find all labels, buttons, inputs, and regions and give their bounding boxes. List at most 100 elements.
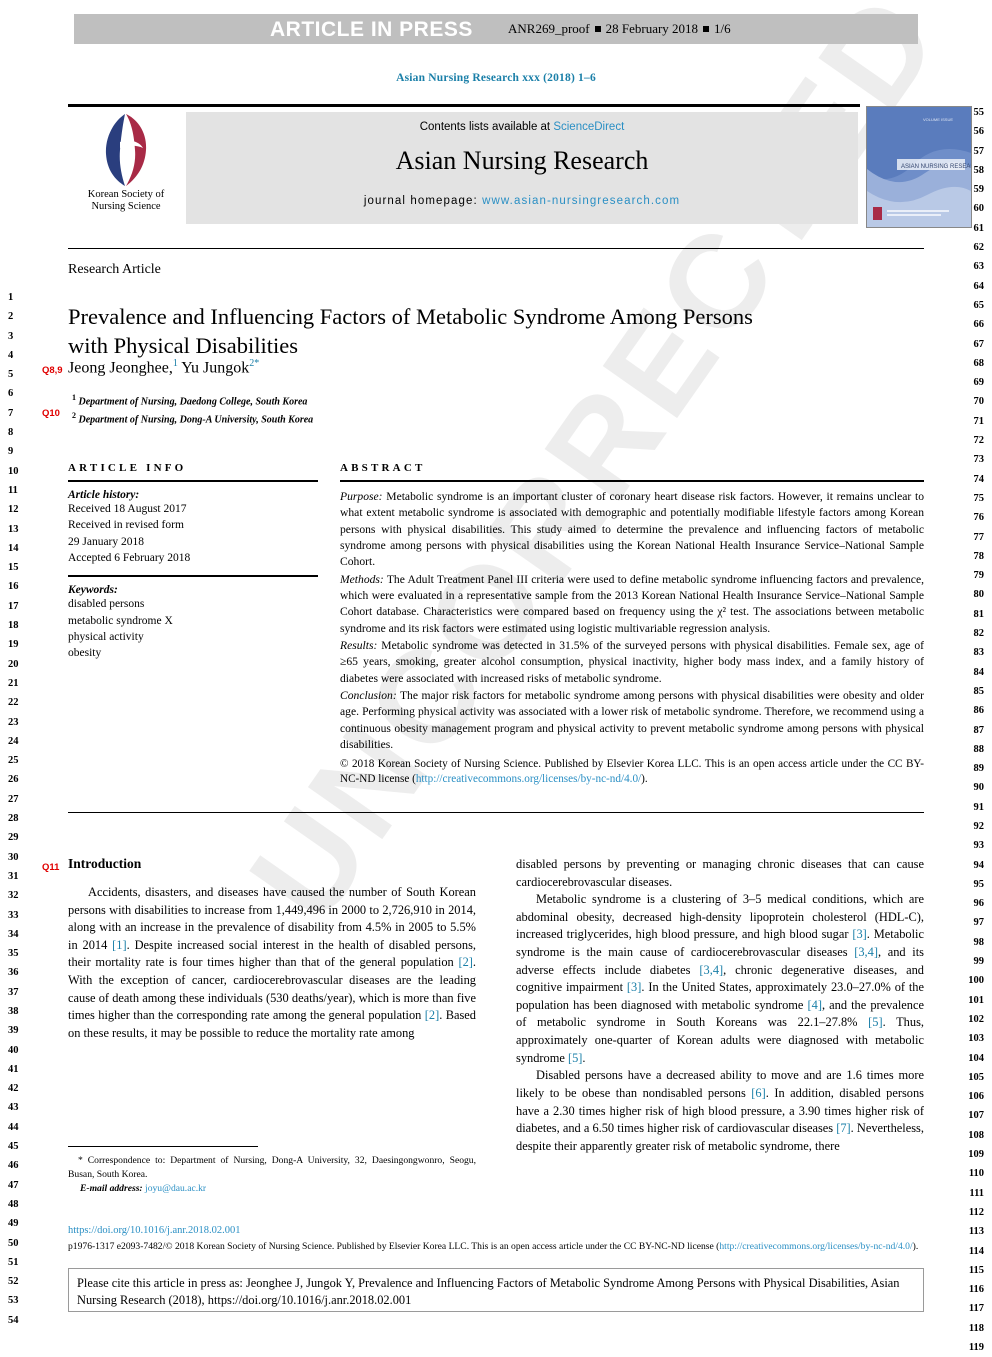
line-number: 51 — [8, 1256, 19, 1268]
line-number: 80 — [973, 589, 985, 601]
line-number: 93 — [973, 840, 985, 852]
line-number: 104 — [968, 1052, 984, 1064]
body-top-rule — [68, 812, 924, 813]
reference-2[interactable]: [2] — [458, 955, 472, 969]
line-number: 105 — [968, 1071, 984, 1083]
license-link[interactable]: http://creativecommons.org/licenses/by-n… — [416, 773, 641, 785]
reference-7[interactable]: [7] — [836, 1121, 850, 1135]
line-number: 52 — [8, 1276, 19, 1288]
reference-3b[interactable]: [3] — [627, 980, 641, 994]
line-number: 90 — [973, 782, 985, 794]
line-number: 62 — [973, 242, 985, 254]
article-history-list: Received 18 August 2017 Received in revi… — [68, 501, 318, 566]
article-info-heading: ARTICLE INFO — [68, 462, 187, 474]
homepage-url-link[interactable]: www.asian-nursingresearch.com — [482, 195, 680, 207]
intro-paragraph-1: Accidents, disasters, and diseases have … — [68, 884, 476, 1042]
proof-id: ANR269_proof — [508, 21, 590, 36]
abstract-copyright: © 2018 Korean Society of Nursing Science… — [340, 757, 924, 789]
reference-3[interactable]: [3] — [852, 927, 866, 941]
line-number: 22 — [8, 697, 19, 709]
line-number: 75 — [973, 492, 985, 504]
body-column-left: Introduction Accidents, disasters, and d… — [68, 856, 476, 1042]
line-number: 97 — [973, 917, 985, 929]
issn-text: p1976-1317 e2093-7482/© 2018 Korean Soci… — [68, 1241, 720, 1252]
line-number: 108 — [968, 1129, 984, 1141]
line-number: 17 — [8, 600, 19, 612]
line-number: 33 — [8, 909, 19, 921]
line-number: 65 — [973, 299, 985, 311]
line-number: 16 — [8, 581, 19, 593]
line-number: 31 — [8, 870, 19, 882]
reference-6[interactable]: [6] — [751, 1086, 765, 1100]
line-number: 30 — [8, 851, 19, 863]
keyword-item: obesity — [68, 647, 102, 660]
line-number: 68 — [973, 357, 985, 369]
running-head: Asian Nursing Research xxx (2018) 1–6 — [396, 72, 596, 84]
svg-text:VOLUME ISSUE: VOLUME ISSUE — [923, 117, 953, 122]
line-number: 36 — [8, 967, 19, 979]
article-info-rule — [68, 480, 318, 482]
line-number: 23 — [8, 716, 19, 728]
article-in-press-banner: ARTICLE IN PRESS ANR269_proof 28 February… — [74, 14, 918, 44]
line-number: 82 — [973, 628, 985, 640]
query-tag-introduction[interactable]: Q11 — [42, 862, 59, 873]
reference-2b[interactable]: [2] — [425, 1008, 439, 1022]
affiliation-2-marker: 2 — [72, 410, 76, 420]
line-number: 37 — [8, 986, 19, 998]
abstract-panel: ABSTRACT Purpose: Metabolic syndrome is … — [340, 462, 924, 799]
line-number: 99 — [973, 956, 985, 968]
reference-1[interactable]: [1] — [112, 938, 126, 952]
reference-4[interactable]: [4] — [808, 998, 822, 1012]
line-numbers-right: 55 56 57 58 59 60 61 62 63 64 65 66 67 68 69 70 71 72 73 74… — [958, 103, 984, 1357]
line-number: 103 — [968, 1033, 984, 1045]
line-number: 38 — [8, 1005, 19, 1017]
line-number: 96 — [973, 898, 985, 910]
keyword-item: metabolic syndrome X — [68, 614, 173, 627]
affiliations: 1 Department of Nursing, Daedong College… — [72, 392, 313, 428]
keywords-rule — [68, 575, 318, 578]
abstract-conclusion-text: The major risk factors for metabolic syn… — [340, 689, 924, 752]
reference-3-4[interactable]: [3,4] — [854, 945, 878, 959]
doi-link[interactable]: https://doi.org/10.1016/j.anr.2018.02.00… — [68, 1225, 240, 1236]
line-number: 18 — [8, 620, 19, 632]
line-number: 2 — [8, 311, 14, 323]
square-separator-icon — [703, 26, 710, 33]
line-number: 44 — [8, 1121, 19, 1133]
correspondence-line: * Correspondence to: Department of Nursi… — [68, 1154, 476, 1182]
line-number: 67 — [973, 338, 985, 350]
line-number: 85 — [973, 685, 985, 697]
line-number: 13 — [8, 523, 19, 535]
line-number: 49 — [8, 1218, 19, 1230]
query-tag-affiliations[interactable]: Q10 — [42, 408, 60, 419]
reference-3-4b[interactable]: [3,4] — [699, 963, 723, 977]
line-number: 21 — [8, 677, 19, 689]
line-number: 72 — [973, 435, 985, 447]
reference-5b[interactable]: [5] — [568, 1051, 582, 1065]
abstract-methods-label: Methods: — [340, 572, 384, 586]
intro-p1-b: . Despite increased social interest in t… — [68, 937, 476, 970]
sciencedirect-link[interactable]: ScienceDirect — [553, 121, 624, 133]
line-number: 28 — [8, 813, 19, 825]
line-number: 115 — [968, 1264, 984, 1276]
history-item: Received in revised form — [68, 519, 184, 532]
issn-end: ). — [912, 1241, 919, 1252]
line-number: 11 — [8, 484, 18, 496]
line-number: 54 — [8, 1314, 19, 1326]
line-number: 40 — [8, 1044, 19, 1056]
line-number: 107 — [968, 1110, 984, 1122]
line-number: 119 — [968, 1342, 984, 1353]
line-number: 76 — [973, 512, 985, 524]
line-number: 70 — [973, 396, 985, 408]
history-item: Accepted 6 February 2018 — [68, 551, 191, 564]
line-number: 26 — [8, 774, 19, 786]
society-name: Korean Society of Nursing Science — [88, 189, 164, 213]
issn-license-link[interactable]: http://creativecommons.org/licenses/by-n… — [719, 1241, 912, 1252]
line-number: 14 — [8, 542, 19, 554]
query-tag-authors[interactable]: Q8,9 — [42, 365, 63, 376]
reference-5[interactable]: [5] — [868, 1015, 882, 1029]
email-link[interactable]: joyu@dau.ac.kr — [145, 1183, 206, 1194]
line-number: 63 — [973, 261, 985, 273]
line-number: 83 — [973, 647, 985, 659]
correspondence-text: Correspondence to: Department of Nursing… — [68, 1155, 476, 1180]
intro-paragraph-2: Metabolic syndrome is a clustering of 3–… — [516, 891, 924, 1067]
